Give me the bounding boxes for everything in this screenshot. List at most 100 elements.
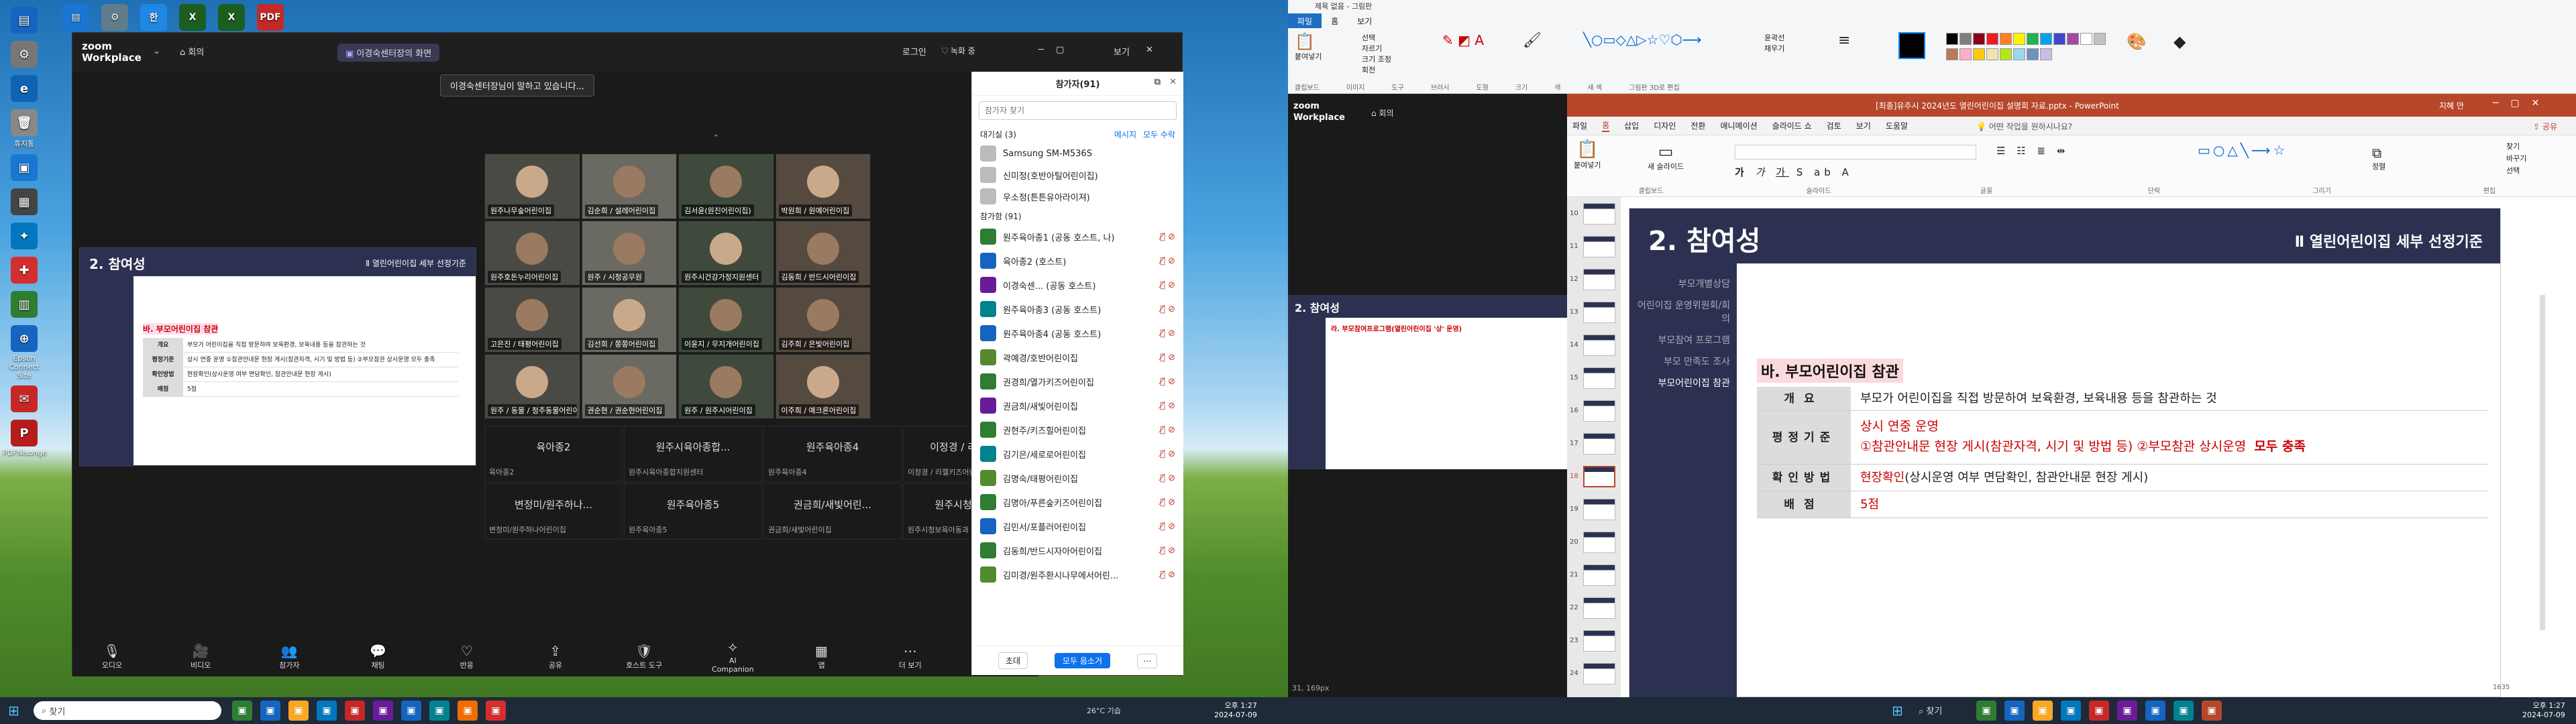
desktop-icon[interactable]: 🗑 휴지통 [3,109,46,149]
clock[interactable]: 오후 1:27 2024-07-09 [1214,700,1257,719]
video-tile[interactable]: 박원희 / 원예어린이집 [775,154,871,219]
control-button[interactable]: ▦ 앱 [798,642,845,670]
mic-muted-icon[interactable]: 🎙̸ ⊘ [1160,473,1175,483]
pp-tab[interactable]: 애니메이션 [1720,120,1757,131]
control-button[interactable]: 👥 참가자 [266,642,313,670]
mic-muted-icon[interactable]: 🎙̸ ⊘ [1160,522,1175,532]
find-button[interactable]: 찾기 [2506,141,2526,153]
name-tile[interactable]: 원주시육아종합... 원주시육아종합지원센터 [624,426,762,482]
taskbar-app-icon[interactable]: ▣ [317,701,337,721]
windows-start-icon[interactable]: ⊞ [8,703,19,719]
mic-muted-icon[interactable]: 🎙̸ ⊘ [1160,304,1175,314]
palette-color[interactable] [2000,48,2012,60]
desktop-icon[interactable]: ✉ [3,385,46,414]
mic-muted-icon[interactable]: 🎙̸ ⊘ [1160,546,1175,556]
meeting-menu[interactable]: ⌂ 회의 [180,45,204,58]
pp-user[interactable]: 지혜 안 [2439,100,2464,111]
palette-color[interactable] [1960,33,1972,45]
video-tile[interactable]: 김서윤(원진어린이집) [678,154,774,219]
paste-button[interactable]: 붙여넣기 [1295,51,1342,62]
video-tile[interactable]: 원주나무숲어린이집 [484,154,580,219]
pp-thumb-row[interactable]: 22 [1567,591,1621,624]
pp-thumb-row[interactable]: 21 [1567,558,1621,591]
view-button[interactable]: 보기 [1114,45,1130,58]
taskbar-app-icon[interactable]: ▣ [373,701,393,721]
taskbar-app-icon[interactable]: ▣ [232,701,252,721]
taskbar-app-icon[interactable]: ▣ [458,701,478,721]
participant-row[interactable]: 원주육아종4 (공동 호스트) 🎙̸ ⊘ [972,321,1183,345]
pp-tab[interactable]: 삽입 [1624,120,1639,131]
fill-button[interactable]: 채우기 [1764,43,1818,54]
control-button[interactable]: 🎥 비디오 [177,642,224,670]
pp-thumb-row[interactable]: 14 [1567,328,1621,361]
desktop-icon[interactable]: ⊕ Epson Connect Site [3,325,46,380]
taskbar-app-icon[interactable]: ▣ [2174,701,2194,721]
participant-row[interactable]: 김동희/반드시자아어린이집 🎙̸ ⊘ [972,538,1183,562]
pp-thumb-row[interactable]: 13 [1567,296,1621,328]
desktop-icon[interactable]: ▤ [3,7,46,36]
desktop-icon[interactable]: ✚ [3,257,46,286]
waiting-participant[interactable]: Samsung SM-M536S [972,143,1183,164]
participant-row[interactable]: 권현주/키즈힐어린이집 🎙̸ ⊘ [972,418,1183,442]
control-button[interactable]: ⋯ 더 보기 [887,642,934,670]
pp-thumb-row[interactable]: 19 [1567,493,1621,526]
palette-color[interactable] [2080,33,2092,45]
desktop-icon[interactable]: ✦ [3,223,46,251]
taskbar-app-icon[interactable]: ▣ [486,701,506,721]
video-tile[interactable]: 원주 / 원주시어린이집 [678,353,774,419]
taskbar-app-icon[interactable]: ▣ [429,701,449,721]
admit-all-button[interactable]: 모두 수락 [1143,129,1175,140]
pp-share[interactable]: ⇪ 공유 [2533,121,2557,132]
pp-tab[interactable]: 슬라이드 쇼 [1772,120,1812,131]
font-name-box[interactable] [1735,145,1976,160]
participant-row[interactable]: 김민서/포플러어린이집 🎙̸ ⊘ [972,514,1183,538]
brush-icon[interactable]: 🖌 [1523,32,1563,75]
palette-color[interactable] [1973,48,1985,60]
name-tile[interactable]: 육아종2 육아종2 [484,426,623,482]
pp-tell-me[interactable]: 💡 어떤 작업을 원하시나요? [1976,121,2072,132]
mute-all-button[interactable]: 모두 음소거 [1055,653,1111,668]
select-button[interactable]: 선택 [1362,32,1422,43]
taskbar-app-icon[interactable]: ▣ [2004,701,2025,721]
login-button[interactable]: 로그인 [902,45,926,58]
palette-color[interactable] [2027,48,2039,60]
control-button[interactable]: ⇪ 공유 [532,642,579,670]
name-tile[interactable]: 변정미/원주하나... 변정미/원주하나어린이집 [484,483,623,540]
desktop-app-icon[interactable]: 한 [138,4,169,33]
desktop-app-icon[interactable]: X [216,4,247,33]
name-tile[interactable]: 권금희/새빛어린... 권금희/새빛어린이집 [763,483,902,540]
close-icon[interactable]: ✕ [1146,45,1153,55]
weather-widget[interactable]: 26°C 기습 [1087,705,1121,716]
mic-muted-icon[interactable]: 🎙̸ ⊘ [1160,232,1175,242]
mic-muted-icon[interactable]: 🎙̸ ⊘ [1160,280,1175,290]
mic-muted-icon[interactable]: 🎙̸ ⊘ [1160,256,1175,266]
taskbar-search[interactable]: ⌕ 찾기 [34,701,221,720]
paint-tab[interactable]: 파일 [1288,13,1322,28]
paint3d-icon[interactable]: ◆ [2174,32,2214,75]
window-max-icon[interactable]: ▢ [1056,45,1064,55]
participant-row[interactable]: 원주육아종1 (공동 호스트, 나) 🎙̸ ⊘ [972,225,1183,249]
pp-scrollbar[interactable] [2540,295,2545,630]
font-format-buttons[interactable]: 가 가 가 S ab A [1735,165,1853,179]
participant-row[interactable]: 육아종2 (호스트) 🎙̸ ⊘ [972,249,1183,273]
palette-color[interactable] [1973,33,1985,45]
pp-slide-canvas[interactable]: 2. 참여성 Ⅱ 열린어린이집 세부 선정기준 부모개별상담 어린이집 운영위원회… [1629,208,2501,698]
paint-tab[interactable]: 보기 [1348,13,1381,28]
waiting-message-button[interactable]: 메시지 [1114,129,1136,140]
shapes-panel[interactable]: ▭○△╲⟶☆ [2198,142,2288,158]
video-tile[interactable]: 김동희 / 반드시어린이집 [775,220,871,286]
palette-color[interactable] [1986,48,1998,60]
resize-button[interactable]: 크기 조정 [1362,54,1422,64]
pp-thumb-row[interactable]: 20 [1567,526,1621,558]
participant-row[interactable]: 김기은/세로로어린이집 🎙̸ ⊘ [972,442,1183,466]
mic-muted-icon[interactable]: 🎙̸ ⊘ [1160,570,1175,580]
pp-thumb-row[interactable]: 12 [1567,263,1621,296]
mic-muted-icon[interactable]: 🎙̸ ⊘ [1160,328,1175,339]
palette-color[interactable] [2027,33,2039,45]
pencil-icon[interactable]: ✎ ◩ A [1442,32,1503,75]
palette-color[interactable] [1986,33,1998,45]
edit-colors-icon[interactable]: 🎨 [2127,32,2153,75]
name-tile[interactable]: 원주육아종5 원주육아종5 [624,483,762,540]
select-all-button[interactable]: 선택 [2506,165,2526,177]
pp-thumb-row[interactable]: 15 [1567,361,1621,394]
